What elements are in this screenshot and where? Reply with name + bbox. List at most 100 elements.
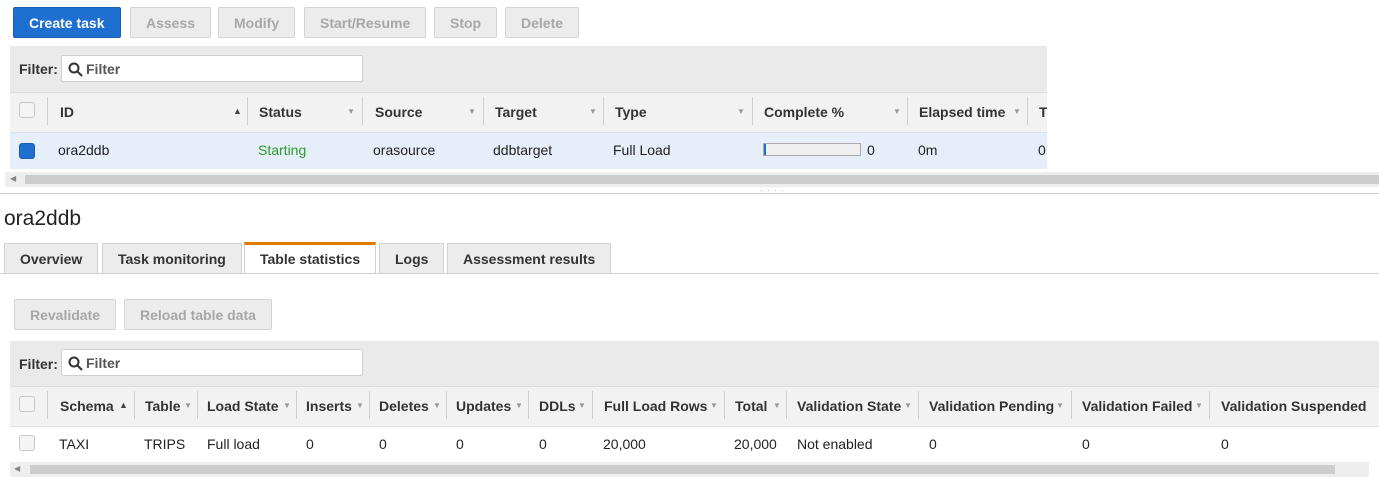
tab-table-statistics[interactable]: Table statistics [244,242,377,274]
col-complete[interactable]: Complete % [764,104,844,120]
col-table[interactable]: Table [145,398,181,414]
col-validation-state[interactable]: Validation State [797,398,901,414]
column-divider [1209,391,1210,419]
stats-deletes: 0 [379,436,387,452]
column-divider [724,391,725,419]
column-divider [446,391,447,419]
tab-assessment-results[interactable]: Assessment results [447,243,612,274]
task-elapsed: 0m [918,142,938,158]
tasks-filter-label: Filter: [19,61,58,77]
splitter-handle[interactable]: · · · · [760,186,784,195]
col-source[interactable]: Source [375,104,422,120]
column-divider [247,97,248,125]
revalidate-button[interactable]: Revalidate [14,299,117,330]
sort-desc-icon[interactable]: ▼ [893,107,901,116]
sort-desc-icon[interactable]: ▼ [589,107,597,116]
create-task-button[interactable]: Create task [13,7,121,38]
stats-horizontal-scrollbar[interactable]: ◀ [10,462,1369,477]
stats-filter-placeholder: Filter [86,355,121,371]
sort-desc-icon[interactable]: ▼ [1056,401,1064,410]
sort-desc-icon[interactable]: ▼ [904,401,912,410]
task-source: orasource [373,142,436,158]
col-target[interactable]: Target [495,104,537,120]
sort-desc-icon[interactable]: ▼ [433,401,441,410]
stats-load-state: Full load [207,436,260,452]
col-status[interactable]: Status [259,104,302,120]
col-updates[interactable]: Updates [456,398,511,414]
sort-desc-icon[interactable]: ▼ [347,107,355,116]
task-status: Starting [258,142,307,158]
tab-overview[interactable]: Overview [4,243,99,274]
sort-desc-icon[interactable]: ▼ [737,107,745,116]
progress-fill [764,144,766,155]
col-id[interactable]: ID [60,104,74,120]
stats-filter-label: Filter: [19,356,58,372]
col-deletes[interactable]: Deletes [379,398,429,414]
sort-asc-icon[interactable]: ▲ [233,106,242,116]
col-t[interactable]: T [1039,104,1047,120]
col-validation-pending[interactable]: Validation Pending [929,398,1054,414]
sort-desc-icon[interactable]: ▼ [184,401,192,410]
stats-row-checkbox[interactable] [19,435,35,451]
stop-button[interactable]: Stop [434,7,498,38]
select-all-tasks-checkbox[interactable] [19,102,35,118]
stats-table: TRIPS [144,436,186,452]
stats-validation-failed: 0 [1082,436,1090,452]
start-resume-button[interactable]: Start/Resume [304,7,427,38]
tasks-horizontal-scrollbar[interactable]: ◀ [5,172,1379,187]
tab-task-monitoring[interactable]: Task monitoring [102,243,242,274]
scroll-left-icon[interactable]: ◀ [10,174,16,183]
search-icon [68,356,83,371]
task-complete-value: 0 [867,142,875,158]
col-type[interactable]: Type [615,104,647,120]
col-ddls[interactable]: DDLs [539,398,576,414]
sort-desc-icon[interactable]: ▼ [283,401,291,410]
sort-desc-icon[interactable]: ▼ [356,401,364,410]
sort-desc-icon[interactable]: ▼ [710,401,718,410]
column-divider [752,97,753,125]
tab-logs[interactable]: Logs [379,243,445,274]
pane-splitter[interactable] [0,193,1379,194]
sort-desc-icon[interactable]: ▼ [1195,401,1203,410]
tab-bar-line [0,273,1379,274]
sort-desc-icon[interactable]: ▼ [773,401,781,410]
column-divider [592,391,593,419]
stats-total: 20,000 [734,436,777,452]
scrollbar-thumb[interactable] [30,465,1335,474]
task-id: ora2ddb [58,142,110,158]
sort-desc-icon[interactable]: ▼ [578,401,586,410]
sort-desc-icon[interactable]: ▼ [468,107,476,116]
col-load-state[interactable]: Load State [207,398,279,414]
col-validation-suspended[interactable]: Validation Suspended [1221,398,1366,414]
col-schema[interactable]: Schema [60,398,114,414]
column-divider [907,97,908,125]
complete-progress-bar [763,143,861,156]
column-divider [197,391,198,419]
modify-button[interactable]: Modify [218,7,296,38]
col-inserts[interactable]: Inserts [306,398,352,414]
stats-validation-suspended: 0 [1221,436,1229,452]
tasks-filter-input[interactable]: Filter [61,55,363,82]
scrollbar-thumb[interactable] [25,175,1379,184]
column-divider [369,391,370,419]
assess-button[interactable]: Assess [130,7,212,38]
col-full-load-rows[interactable]: Full Load Rows [604,398,707,414]
stats-filter-input[interactable]: Filter [61,349,363,376]
task-row-checkbox[interactable] [19,143,35,159]
task-target: ddbtarget [493,142,553,158]
search-icon [68,62,83,77]
reload-table-data-button[interactable]: Reload table data [124,299,272,330]
scroll-left-icon[interactable]: ◀ [14,464,20,473]
column-divider [47,391,48,419]
sort-desc-icon[interactable]: ▼ [1013,107,1021,116]
delete-button[interactable]: Delete [505,7,580,38]
stats-inserts: 0 [306,436,314,452]
sort-asc-icon[interactable]: ▲ [119,400,128,410]
task-t: 0 [1038,142,1046,158]
select-all-stats-checkbox[interactable] [19,396,35,412]
sort-desc-icon[interactable]: ▼ [515,401,523,410]
column-divider [786,391,787,419]
col-elapsed[interactable]: Elapsed time [919,104,1005,120]
col-total[interactable]: Total [735,398,767,414]
col-validation-failed[interactable]: Validation Failed [1082,398,1192,414]
